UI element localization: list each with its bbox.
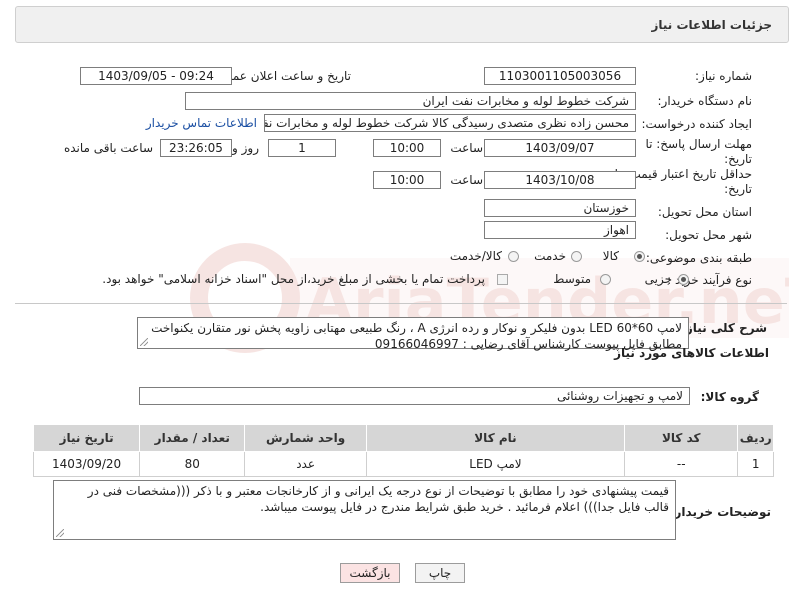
deadline-time-field[interactable]: 10:00: [373, 139, 441, 157]
purchase-option-minor: جزیی: [644, 272, 672, 286]
days-field[interactable]: 1: [268, 139, 336, 157]
province-field[interactable]: خوزستان: [484, 199, 636, 217]
category-radio-both[interactable]: [508, 251, 519, 262]
purchase-option-medium: متوسط: [553, 272, 591, 286]
resize-grip-icon[interactable]: [56, 529, 64, 537]
goods-group-field[interactable]: لامپ و تجهیزات روشنائی: [139, 387, 690, 405]
buyer-org-label: نام دستگاه خریدار:: [657, 94, 753, 108]
category-radio-service[interactable]: [571, 251, 582, 262]
province-label: استان محل تحویل:: [657, 205, 752, 219]
back-button[interactable]: بازگشت: [340, 563, 400, 583]
remaining-time-field[interactable]: 23:26:05: [160, 139, 232, 157]
treasury-payment-checkbox[interactable]: [497, 274, 508, 285]
deadline-date-field[interactable]: 1403/09/07: [484, 139, 636, 157]
creator-label: ایجاد کننده درخواست:: [641, 117, 752, 131]
col-unit: واحد شمارش: [244, 424, 367, 452]
announce-field[interactable]: 1403/09/05 - 09:24: [80, 67, 232, 85]
city-label: شهر محل تحویل:: [665, 228, 752, 242]
days-label: روز و: [232, 141, 259, 155]
goods-group-label: گروه کالا:: [700, 390, 759, 404]
creator-field[interactable]: محسن زاده نظری متصدی رسیدگی کالا شرکت خط…: [264, 114, 636, 132]
goods-section-title: اطلاعات کالاهای مورد نیاز: [614, 346, 769, 360]
need-number-label: شماره نیاز:: [695, 69, 752, 83]
header-panel: جزئیات اطلاعات نیاز: [15, 6, 789, 43]
col-need-date: تاریخ نیاز: [32, 424, 141, 452]
deadline-date-label: تاریخ:: [724, 152, 752, 166]
cell-need-date: 1403/09/20: [32, 451, 141, 477]
treasury-payment-note: پرداخت تمام یا بخشی از مبلغ خرید،از محل …: [102, 272, 485, 286]
purchase-radio-minor[interactable]: [678, 274, 689, 285]
divider: [15, 303, 787, 304]
col-item-name: نام کالا: [365, 424, 626, 452]
category-option-goods: کالا: [602, 249, 619, 263]
cell-quantity: 80: [139, 451, 246, 477]
remaining-label: ساعت باقی مانده: [63, 141, 153, 155]
page-title: جزئیات اطلاعات نیاز: [651, 18, 772, 32]
buyer-org-field[interactable]: شرکت خطوط لوله و مخابرات نفت ایران: [185, 92, 636, 110]
description-label: شرح کلی نیاز:: [681, 321, 767, 335]
buyer-notes-textarea[interactable]: قیمت پیشنهادی خود را مطابق با توضیحات از…: [53, 480, 676, 540]
print-button[interactable]: چاپ: [415, 563, 465, 583]
deadline-time-label: ساعت: [450, 141, 483, 155]
buyer-notes-label: توضیحات خریدار:: [669, 505, 771, 519]
table-row[interactable]: 1 -- لامپ LED عدد 80 1403/09/20: [32, 451, 774, 477]
validity-date-label: تاریخ:: [724, 182, 752, 196]
col-item-code: کد کالا: [624, 424, 739, 452]
cell-item-code: --: [624, 451, 739, 477]
description-textarea[interactable]: لامپ 60*60 LED بدون فلیکر و نوکار و رده …: [137, 317, 689, 351]
category-radio-goods[interactable]: [634, 251, 645, 262]
description-text: لامپ 60*60 LED بدون فلیکر و نوکار و رده …: [151, 321, 682, 351]
cell-row-number: 1: [737, 451, 774, 477]
items-table: ردیف کد کالا نام کالا واحد شمارش تعداد /…: [32, 424, 774, 477]
purchase-radio-medium[interactable]: [600, 274, 611, 285]
deadline-label: مهلت ارسال پاسخ: تا: [645, 137, 752, 151]
table-header-row: ردیف کد کالا نام کالا واحد شمارش تعداد /…: [32, 424, 774, 452]
category-label: طبقه بندی موضوعی:: [645, 251, 752, 265]
cell-item-name: لامپ LED: [365, 451, 626, 477]
validity-time-field[interactable]: 10:00: [373, 171, 441, 189]
col-quantity: تعداد / مقدار: [139, 424, 246, 452]
city-field[interactable]: اهواز: [484, 221, 636, 239]
validity-time-label: ساعت: [450, 173, 483, 187]
category-option-service: خدمت: [534, 249, 566, 263]
col-row-number: ردیف: [737, 424, 774, 452]
validity-date-field[interactable]: 1403/10/08: [484, 171, 636, 189]
buyer-notes-text: قیمت پیشنهادی خود را مطابق با توضیحات از…: [87, 484, 669, 514]
need-number-field[interactable]: 1103001105003056: [484, 67, 636, 85]
cell-unit: عدد: [244, 451, 367, 477]
contact-buyer-link[interactable]: اطلاعات تماس خریدار: [146, 116, 257, 130]
category-option-both: کالا/خدمت: [449, 249, 502, 263]
resize-grip-icon[interactable]: [140, 338, 148, 346]
